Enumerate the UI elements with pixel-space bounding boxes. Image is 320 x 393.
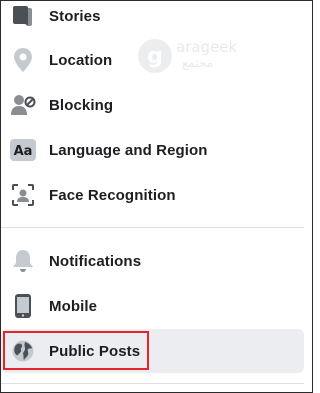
menu-item-location[interactable]: Location	[1, 38, 304, 82]
book-icon	[9, 2, 37, 30]
svg-text:Aa: Aa	[14, 144, 33, 159]
menu-item-label: Blocking	[49, 96, 114, 114]
language-aa-icon: Aa	[9, 136, 37, 164]
settings-menu-panel: Stories Location Blocking Aa Language an…	[0, 0, 313, 393]
menu-item-label: Stories	[49, 7, 101, 25]
menu-item-label: Face Recognition	[49, 186, 176, 204]
menu-item-label: Language and Region	[49, 141, 208, 159]
menu-item-label: Notifications	[49, 252, 142, 270]
menu-item-label: Mobile	[49, 297, 98, 315]
user-block-icon	[9, 91, 37, 119]
globe-icon	[9, 337, 37, 365]
menu-item-label: Location	[49, 51, 113, 69]
menu-item-mobile[interactable]: Mobile	[1, 284, 304, 328]
menu-item-language-region[interactable]: Aa Language and Region	[1, 128, 304, 172]
location-pin-icon	[9, 46, 37, 74]
menu-item-notifications[interactable]: Notifications	[1, 239, 304, 283]
section-divider	[1, 383, 304, 384]
menu-item-stories[interactable]: Stories	[1, 1, 304, 38]
menu-item-blocking[interactable]: Blocking	[1, 83, 304, 127]
section-divider	[1, 227, 304, 228]
menu-item-public-posts[interactable]: Public Posts	[1, 329, 304, 373]
face-recognition-icon	[9, 181, 37, 209]
bell-icon	[9, 247, 37, 275]
mobile-phone-icon	[9, 292, 37, 320]
menu-item-face-recognition[interactable]: Face Recognition	[1, 173, 304, 217]
menu-item-label: Public Posts	[49, 342, 141, 360]
